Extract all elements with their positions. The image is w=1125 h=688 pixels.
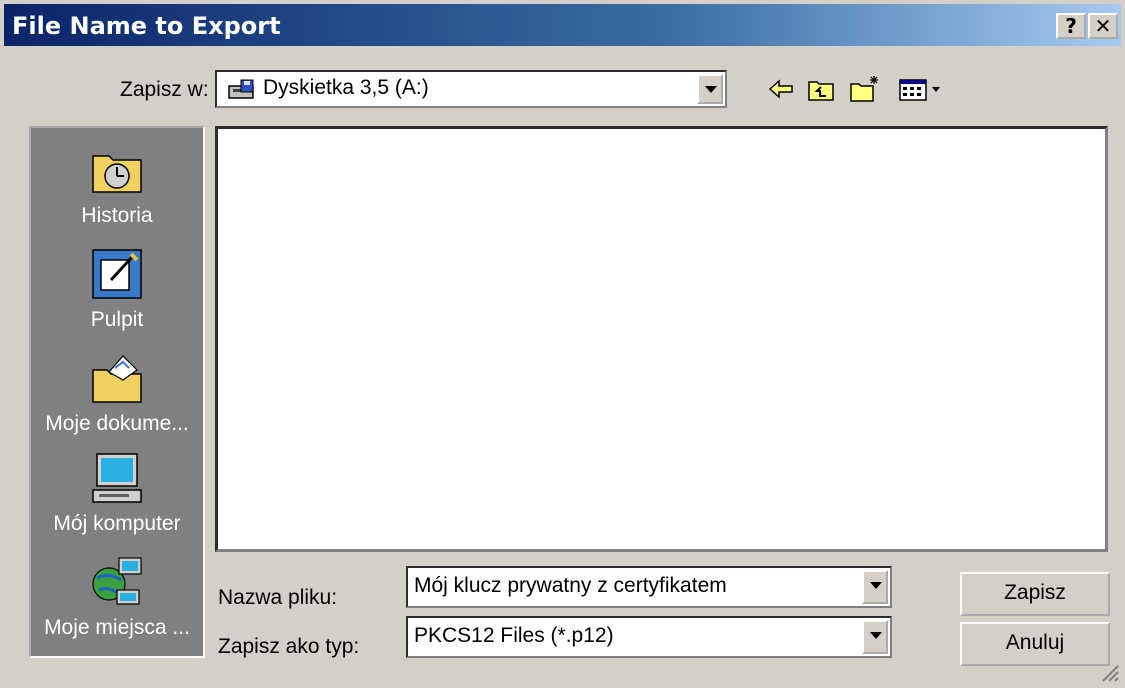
window-title: File Name to Export <box>12 12 281 40</box>
place-moj-komputer[interactable]: Mój komputer <box>31 450 203 536</box>
file-list-view[interactable] <box>215 126 1108 552</box>
new-folder-icon[interactable] <box>848 74 878 104</box>
places-bar: Historia Pulpit Moje dokume... Mój kompu… <box>29 126 205 658</box>
close-button[interactable]: ✕ <box>1088 13 1118 39</box>
filetype-value: PKCS12 Files (*.p12) <box>414 624 614 647</box>
chevron-down-icon[interactable] <box>862 620 888 654</box>
resize-grip-icon[interactable] <box>1099 662 1119 682</box>
place-label: Pulpit <box>90 308 144 331</box>
filename-input[interactable]: Mój klucz prywatny z certyfikatem <box>414 574 727 598</box>
place-historia[interactable]: Historia <box>31 142 203 228</box>
save-in-value: Dyskietka 3,5 (A:) <box>263 76 429 99</box>
title-bar[interactable]: File Name to Export ? ✕ <box>4 4 1121 46</box>
chevron-down-icon[interactable] <box>697 74 723 104</box>
network-places-icon <box>89 554 145 610</box>
back-icon[interactable] <box>766 74 796 104</box>
computer-icon <box>89 450 145 506</box>
filetype-dropdown[interactable]: PKCS12 Files (*.p12) <box>406 616 892 658</box>
chevron-down-icon[interactable] <box>862 570 888 604</box>
filename-combo[interactable]: Mój klucz prywatny z certyfikatem <box>406 566 892 608</box>
history-folder-icon <box>89 142 145 198</box>
place-label: Historia <box>81 204 153 227</box>
file-export-dialog: File Name to Export ? ✕ Zapisz w: Dyskie… <box>0 0 1125 688</box>
save-button[interactable]: Zapisz <box>960 572 1110 616</box>
filetype-label: Zapisz ako typ: <box>218 635 360 658</box>
cancel-button[interactable]: Anuluj <box>960 622 1110 666</box>
place-moje-dokumenty[interactable]: Moje dokume... <box>31 350 203 436</box>
place-label: Mój komputer <box>53 512 181 535</box>
view-menu-icon[interactable] <box>896 74 946 104</box>
save-in-dropdown[interactable]: Dyskietka 3,5 (A:) <box>215 70 727 108</box>
place-moje-miejsca[interactable]: Moje miejsca ... <box>31 554 203 640</box>
save-in-label: Zapisz w: <box>120 78 209 101</box>
floppy-drive-icon <box>227 78 257 107</box>
help-button[interactable]: ? <box>1056 13 1086 39</box>
desktop-icon <box>89 246 145 302</box>
place-label: Moje miejsca ... <box>44 616 190 639</box>
up-folder-icon[interactable] <box>806 74 836 104</box>
place-label: Moje dokume... <box>45 412 189 435</box>
place-pulpit[interactable]: Pulpit <box>31 246 203 332</box>
documents-folder-icon <box>89 350 145 406</box>
filename-label: Nazwa pliku: <box>218 586 338 609</box>
